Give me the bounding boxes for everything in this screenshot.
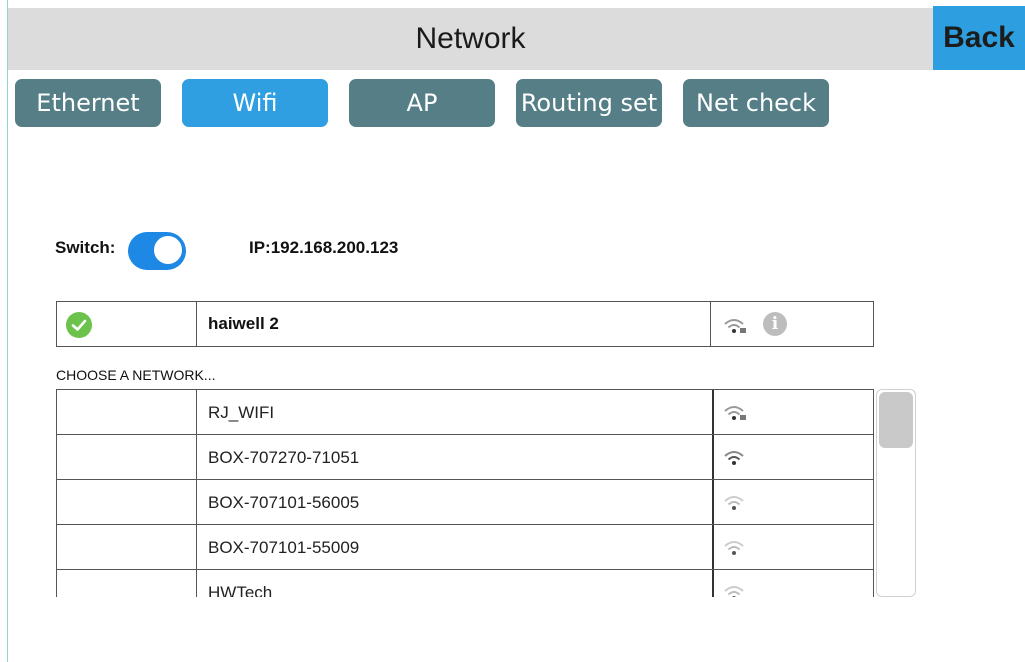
page-title: Network <box>415 22 526 55</box>
network-list[interactable]: RJ_WIFI BOX-707270-71051 BOX-707101-5600… <box>56 389 918 597</box>
back-button[interactable]: Back <box>933 6 1025 70</box>
network-name: HWTech <box>208 583 273 597</box>
network-row[interactable]: HWTech <box>56 569 874 597</box>
network-row[interactable]: BOX-707101-56005 <box>56 479 874 525</box>
wifi-weak-icon <box>724 541 744 555</box>
wifi-secured-icon <box>724 319 746 333</box>
cell-divider <box>710 302 711 346</box>
tab-net-check[interactable]: Net check <box>683 79 829 127</box>
network-name: BOX-707270-71051 <box>208 448 360 467</box>
wifi-weak-icon <box>724 496 744 510</box>
wifi-weak-icon <box>724 586 744 597</box>
cell-divider <box>196 302 197 346</box>
switch-label: Switch: <box>55 238 116 257</box>
wifi-toggle[interactable] <box>128 232 186 270</box>
network-name: BOX-707101-55009 <box>208 538 360 557</box>
info-icon[interactable]: i <box>763 312 787 336</box>
check-circle-icon <box>66 312 92 338</box>
choose-network-label: CHOOSE A NETWORK... <box>56 367 216 383</box>
wifi-strong-icon <box>724 451 744 465</box>
tab-ethernet[interactable]: Ethernet <box>15 79 161 127</box>
connected-network-name: haiwell 2 <box>208 314 279 333</box>
left-edge-line <box>7 0 8 662</box>
network-name: BOX-707101-56005 <box>208 493 360 512</box>
ip-address: IP:192.168.200.123 <box>249 238 399 257</box>
scrollbar-thumb[interactable] <box>879 392 913 448</box>
tab-routing-set[interactable]: Routing set <box>516 79 662 127</box>
network-row[interactable]: BOX-707270-71051 <box>56 434 874 480</box>
network-name: RJ_WIFI <box>208 403 275 422</box>
toggle-knob <box>153 235 183 265</box>
tab-ap[interactable]: AP <box>349 79 495 127</box>
network-row[interactable]: RJ_WIFI <box>56 389 874 435</box>
connected-network-row[interactable]: haiwell 2 i <box>56 301 874 347</box>
network-list-scrollbar[interactable] <box>876 389 916 597</box>
wifi-secured-icon <box>724 406 746 420</box>
header-bar: Network <box>8 8 933 70</box>
network-row[interactable]: BOX-707101-55009 <box>56 524 874 570</box>
tab-wifi[interactable]: Wifi <box>182 79 328 127</box>
